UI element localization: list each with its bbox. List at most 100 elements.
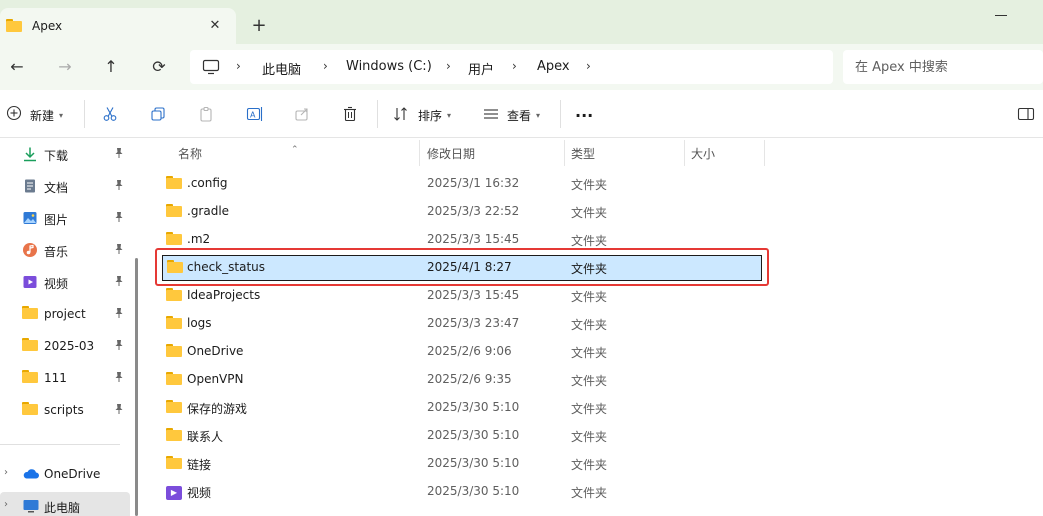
table-row[interactable]: 保存的游戏 2025/3/30 5:10 文件夹 xyxy=(160,395,763,421)
rename-button[interactable]: A xyxy=(246,104,264,126)
chevron-right-icon[interactable]: › xyxy=(4,467,8,478)
column-divider[interactable] xyxy=(764,140,765,166)
table-row[interactable]: 链接 2025/3/30 5:10 文件夹 xyxy=(160,451,763,477)
folder-icon xyxy=(6,19,22,35)
tab-bar: Apex ✕ + xyxy=(0,0,1043,44)
chevron-down-icon: ▾ xyxy=(59,110,64,120)
folder-icon xyxy=(166,400,182,416)
sidebar-item-pictures[interactable]: 图片 xyxy=(0,204,130,232)
tab-apex[interactable]: Apex ✕ xyxy=(0,8,236,44)
chevron-right-icon[interactable]: › xyxy=(446,59,451,73)
sidebar-item-111[interactable]: 111 xyxy=(0,364,130,392)
table-row[interactable]: OneDrive 2025/2/6 9:06 文件夹 xyxy=(160,339,763,365)
file-modified: 2025/3/3 23:47 xyxy=(427,316,520,330)
paste-button[interactable] xyxy=(198,104,214,126)
search-box[interactable] xyxy=(843,50,1043,84)
details-pane-button[interactable] xyxy=(1017,104,1035,126)
sidebar-item-downloads[interactable]: 下载 xyxy=(0,140,130,168)
table-row[interactable]: ▶ 视频 2025/3/30 5:10 文件夹 xyxy=(160,479,763,505)
folder-icon xyxy=(166,232,182,248)
file-type: 文件夹 xyxy=(571,374,608,388)
sidebar-item-scripts[interactable]: scripts xyxy=(0,396,130,424)
copy-button[interactable] xyxy=(150,104,166,126)
refresh-button[interactable]: ⟳ xyxy=(148,56,170,78)
address-bar[interactable]: › 此电脑 › Windows (C:) › 用户 › Apex › xyxy=(190,50,833,84)
sidebar-item-this-pc[interactable]: › 此电脑 xyxy=(0,492,130,516)
breadcrumb-windows-c[interactable]: Windows (C:) xyxy=(346,59,432,74)
minimize-button[interactable] xyxy=(995,8,1009,22)
column-header-size[interactable]: 大小 xyxy=(691,145,715,162)
new-tab-button[interactable]: + xyxy=(250,17,268,35)
file-name: 视频 xyxy=(187,486,212,500)
search-input[interactable] xyxy=(843,50,1043,84)
sidebar-item-documents[interactable]: 文档 xyxy=(0,172,130,200)
forward-button[interactable]: → xyxy=(54,56,76,78)
chevron-right-icon[interactable]: › xyxy=(236,59,241,73)
sidebar-divider xyxy=(0,444,120,445)
folder-icon xyxy=(166,176,182,192)
folder-icon xyxy=(166,456,182,472)
file-modified: 2025/3/30 5:10 xyxy=(427,428,520,442)
file-name: 联系人 xyxy=(187,430,224,444)
column-header-name[interactable]: 名称 xyxy=(178,145,202,162)
cut-button[interactable] xyxy=(102,104,118,126)
up-button[interactable]: ↑ xyxy=(100,56,122,78)
table-row[interactable]: .gradle 2025/3/3 22:52 文件夹 xyxy=(160,199,763,225)
column-divider[interactable] xyxy=(684,140,685,166)
file-modified: 2025/3/30 5:10 xyxy=(427,484,520,498)
chevron-down-icon: ▾ xyxy=(447,110,452,120)
sidebar-item-project[interactable]: project xyxy=(0,300,130,328)
folder-icon xyxy=(167,260,183,276)
sidebar-item-label: 下载 xyxy=(44,149,69,163)
file-name: .gradle xyxy=(187,204,230,218)
sidebar-item-label: 文档 xyxy=(44,181,69,195)
navigation-pane: 下载 文档 图片 音乐 视频 project 2025-03 111 scrip… xyxy=(0,138,146,516)
new-button[interactable]: 新建 ▾ xyxy=(6,104,63,126)
share-button[interactable] xyxy=(294,104,310,126)
chevron-right-icon[interactable]: › xyxy=(4,499,8,510)
table-row[interactable]: .m2 2025/3/3 15:45 文件夹 xyxy=(160,227,763,253)
chevron-right-icon[interactable]: › xyxy=(512,59,517,73)
clipboard-icon xyxy=(198,106,214,125)
table-row[interactable]: .config 2025/3/1 16:32 文件夹 xyxy=(160,171,763,197)
table-row[interactable]: OpenVPN 2025/2/6 9:35 文件夹 xyxy=(160,367,763,393)
table-row-selected[interactable]: check_status 2025/4/1 8:27 文件夹 xyxy=(162,255,762,281)
sidebar-item-videos[interactable]: 视频 xyxy=(0,268,130,296)
file-type: 文件夹 xyxy=(571,346,608,360)
table-row[interactable]: logs 2025/3/3 23:47 文件夹 xyxy=(160,311,763,337)
chevron-right-icon[interactable]: › xyxy=(323,59,328,73)
sidebar-item-music[interactable]: 音乐 xyxy=(0,236,130,264)
video-icon xyxy=(22,274,38,290)
sidebar-item-label: 111 xyxy=(44,371,67,385)
table-row[interactable]: IdeaProjects 2025/3/3 15:45 文件夹 xyxy=(160,283,763,309)
column-header-modified[interactable]: 修改日期 xyxy=(427,145,475,162)
sort-icon xyxy=(393,106,411,125)
file-type: 文件夹 xyxy=(571,402,608,416)
more-options-button[interactable]: ··· xyxy=(575,104,593,126)
column-divider[interactable] xyxy=(564,140,565,166)
column-header-type[interactable]: 类型 xyxy=(571,145,595,162)
file-name: .config xyxy=(187,176,228,190)
pin-icon xyxy=(114,243,124,258)
sidebar-item-onedrive[interactable]: › OneDrive xyxy=(0,460,130,488)
file-modified: 2025/3/3 15:45 xyxy=(427,232,520,246)
column-divider[interactable] xyxy=(419,140,420,166)
delete-button[interactable] xyxy=(342,104,358,126)
computer-icon xyxy=(22,498,39,514)
close-tab-button[interactable]: ✕ xyxy=(206,17,224,35)
view-button[interactable]: 查看 ▾ xyxy=(482,104,540,126)
sidebar-item-2025-03[interactable]: 2025-03 xyxy=(0,332,130,360)
table-row[interactable]: 联系人 2025/3/30 5:10 文件夹 xyxy=(160,423,763,449)
file-type: 文件夹 xyxy=(571,486,608,500)
folder-icon xyxy=(166,316,182,332)
file-modified: 2025/3/1 16:32 xyxy=(427,176,520,190)
sidebar-scrollbar[interactable] xyxy=(135,258,138,516)
back-button[interactable]: ← xyxy=(6,56,28,78)
breadcrumb-this-pc[interactable]: 此电脑 xyxy=(262,59,301,78)
chevron-right-icon[interactable]: › xyxy=(586,59,591,73)
breadcrumb-users[interactable]: 用户 xyxy=(468,59,494,78)
toolbar-divider xyxy=(560,100,561,128)
breadcrumb-apex[interactable]: Apex xyxy=(537,59,570,74)
sidebar-item-label: 视频 xyxy=(44,277,69,291)
sort-button[interactable]: 排序 ▾ xyxy=(393,104,451,126)
